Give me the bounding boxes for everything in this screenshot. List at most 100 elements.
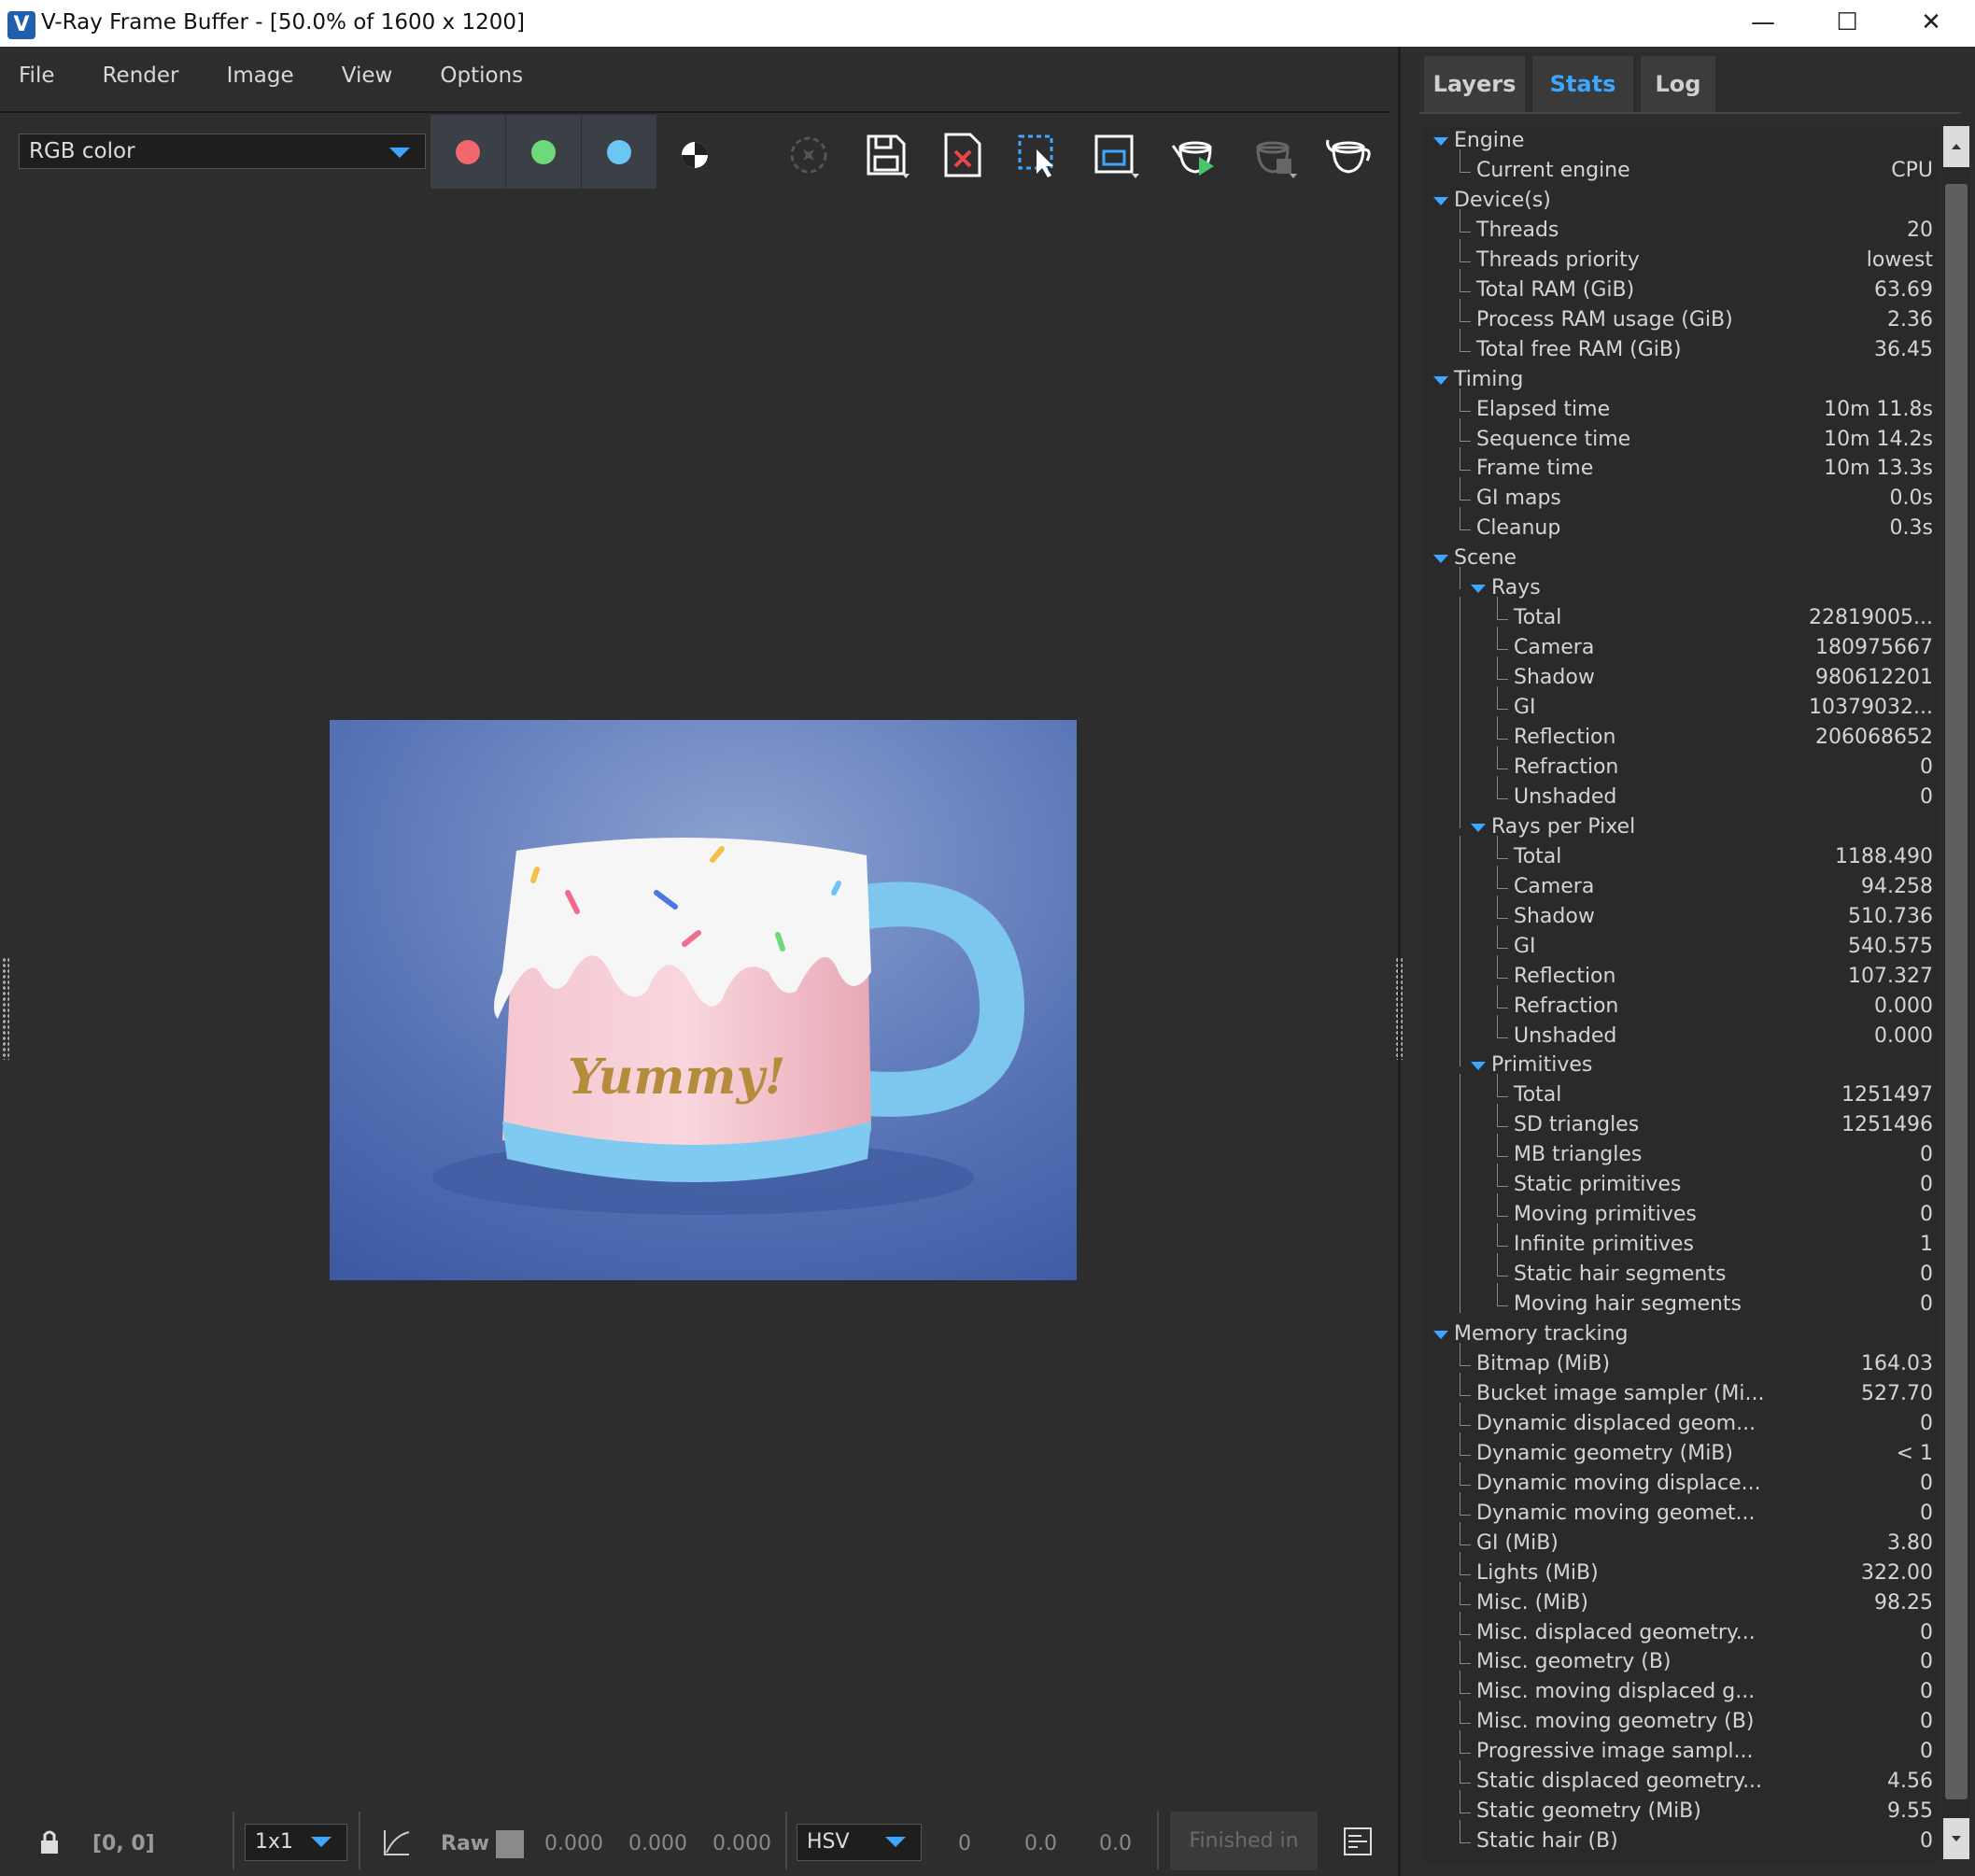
tree-branch-line <box>1460 320 1471 322</box>
blue-dot-icon <box>607 140 631 164</box>
menu-view[interactable]: View <box>342 63 393 88</box>
stats-label: Misc. (MiB) <box>1476 1590 1588 1615</box>
scroll-thumb[interactable] <box>1945 184 1968 1799</box>
menu-image[interactable]: Image <box>227 63 294 88</box>
stats-value: < 1 <box>1896 1441 1933 1465</box>
scroll-down-button[interactable] <box>1943 1818 1969 1859</box>
stats-row: Camera 180975667 <box>1424 627 1938 664</box>
stats-value: 94.258 <box>1861 874 1933 898</box>
tree-guide-line <box>1497 924 1498 948</box>
expand-caret-icon[interactable] <box>1433 196 1448 205</box>
raw-label: Raw <box>441 1832 490 1855</box>
stats-group-row[interactable]: Rays per Pixel <box>1424 805 1938 843</box>
stats-label: Misc. geometry (B) <box>1476 1650 1672 1674</box>
tree-branch-line <box>1460 1693 1471 1695</box>
maximize-button[interactable]: ☐ <box>1805 0 1889 47</box>
region-render-icon[interactable] <box>1091 131 1139 179</box>
stats-row: Static primitives 0 <box>1424 1164 1938 1201</box>
expand-caret-icon[interactable] <box>1471 1062 1486 1071</box>
stats-group-row[interactable]: Timing <box>1424 366 1938 396</box>
stats-label: Refraction <box>1514 994 1619 1018</box>
expand-caret-icon[interactable] <box>1433 375 1448 385</box>
left-grip-handle[interactable] <box>2 957 9 1060</box>
color-curve-icon[interactable] <box>381 1827 413 1858</box>
clear-image-icon[interactable] <box>938 131 987 179</box>
expand-caret-icon[interactable] <box>1433 1331 1448 1339</box>
stats-row: Camera 94.258 <box>1424 865 1938 903</box>
stats-value: 0.000 <box>1874 994 1933 1018</box>
stats-label: Total <box>1514 606 1562 630</box>
color-mode-select[interactable]: HSV <box>797 1824 922 1861</box>
stats-value: 0 <box>1920 1501 1933 1525</box>
stats-label: Unshaded <box>1514 784 1617 809</box>
tree-branch-line <box>1460 1753 1471 1755</box>
stats-label: Reflection <box>1514 726 1616 749</box>
pixel-lock-icon[interactable] <box>34 1826 65 1857</box>
zoom-select-value: 1x1 <box>255 1830 294 1854</box>
stats-group-row[interactable]: Scene <box>1424 544 1938 574</box>
tree-branch-line <box>1497 1126 1508 1128</box>
stats-value: 10m 11.8s <box>1824 397 1933 421</box>
stats-label: Misc. moving displaced g... <box>1476 1680 1756 1704</box>
stats-value: 180975667 <box>1815 636 1933 660</box>
expand-caret-icon[interactable] <box>1471 585 1486 594</box>
minimize-button[interactable]: — <box>1721 0 1805 47</box>
stats-row: Misc. geometry (B) 0 <box>1424 1641 1938 1678</box>
tree-branch-line <box>1460 290 1471 292</box>
stats-value: 0 <box>1920 1620 1933 1644</box>
stats-value: 0 <box>1920 1650 1933 1674</box>
panel-toggle-icon[interactable] <box>1343 1827 1373 1856</box>
red-channel-button[interactable] <box>430 115 505 189</box>
stats-value: 0 <box>1920 1829 1933 1854</box>
tree-branch-line <box>1497 1246 1508 1248</box>
green-channel-button[interactable] <box>506 115 581 189</box>
stats-group-row[interactable]: Rays <box>1424 567 1938 604</box>
stats-label: Reflection <box>1514 964 1616 988</box>
tab-layers[interactable]: Layers <box>1424 56 1525 112</box>
tree-guide-line <box>1497 1283 1498 1306</box>
lens-effects-icon[interactable] <box>784 131 833 179</box>
channel-select[interactable]: RGB color <box>19 134 426 169</box>
tree-branch-line <box>1460 1454 1471 1456</box>
menu-options[interactable]: Options <box>440 63 523 88</box>
stats-value: 2.36 <box>1887 307 1933 331</box>
tab-stats[interactable]: Stats <box>1532 56 1633 112</box>
render-icon[interactable] <box>1324 131 1373 179</box>
stats-label: Dynamic moving geomet... <box>1476 1501 1756 1525</box>
side-panel: Layers Stats Log Engine Current engine CPU… <box>1419 47 1975 1876</box>
stats-value: 0 <box>1920 1262 1933 1287</box>
zoom-select[interactable]: 1x1 <box>245 1824 347 1861</box>
stats-label: Shadow <box>1514 666 1595 690</box>
mono-icon[interactable] <box>670 131 719 179</box>
close-button[interactable]: ✕ <box>1889 0 1973 47</box>
scroll-up-button[interactable] <box>1943 126 1969 167</box>
tree-branch-line <box>1460 529 1471 531</box>
stats-scrollbar[interactable] <box>1942 126 1970 1859</box>
region-select-icon[interactable] <box>1014 131 1063 179</box>
tree-branch-line <box>1460 1723 1471 1725</box>
expand-caret-icon[interactable] <box>1433 137 1448 146</box>
tree-branch-line <box>1460 1484 1471 1486</box>
blue-channel-button[interactable] <box>582 115 656 189</box>
stats-value: 0 <box>1920 1680 1933 1704</box>
stats-label: Total free RAM (GiB) <box>1476 337 1682 361</box>
menu-file[interactable]: File <box>19 63 55 88</box>
stats-row: Total 1188.490 <box>1424 835 1938 873</box>
stats-value: 0 <box>1920 784 1933 809</box>
stop-render-icon[interactable] <box>1248 131 1297 179</box>
stats-label: Sequence time <box>1476 427 1631 451</box>
pane-divider[interactable] <box>1398 47 1401 1876</box>
stats-row: Misc. (MiB) 98.25 <box>1424 1581 1938 1619</box>
stats-group-row[interactable]: Primitives <box>1424 1044 1938 1081</box>
save-icon[interactable] <box>861 131 910 179</box>
stats-group-row[interactable]: Memory tracking <box>1424 1320 1938 1350</box>
tree-branch-line <box>1497 1037 1508 1038</box>
stats-group-row[interactable]: Device(s) <box>1424 187 1938 217</box>
tree-guide-line <box>1497 1104 1498 1127</box>
tab-log[interactable]: Log <box>1641 56 1715 112</box>
menu-render[interactable]: Render <box>103 63 179 88</box>
render-interactive-icon[interactable] <box>1171 131 1220 179</box>
stats-group-row[interactable]: Engine <box>1424 127 1938 157</box>
expand-caret-icon[interactable] <box>1433 555 1448 564</box>
expand-caret-icon[interactable] <box>1471 823 1486 832</box>
